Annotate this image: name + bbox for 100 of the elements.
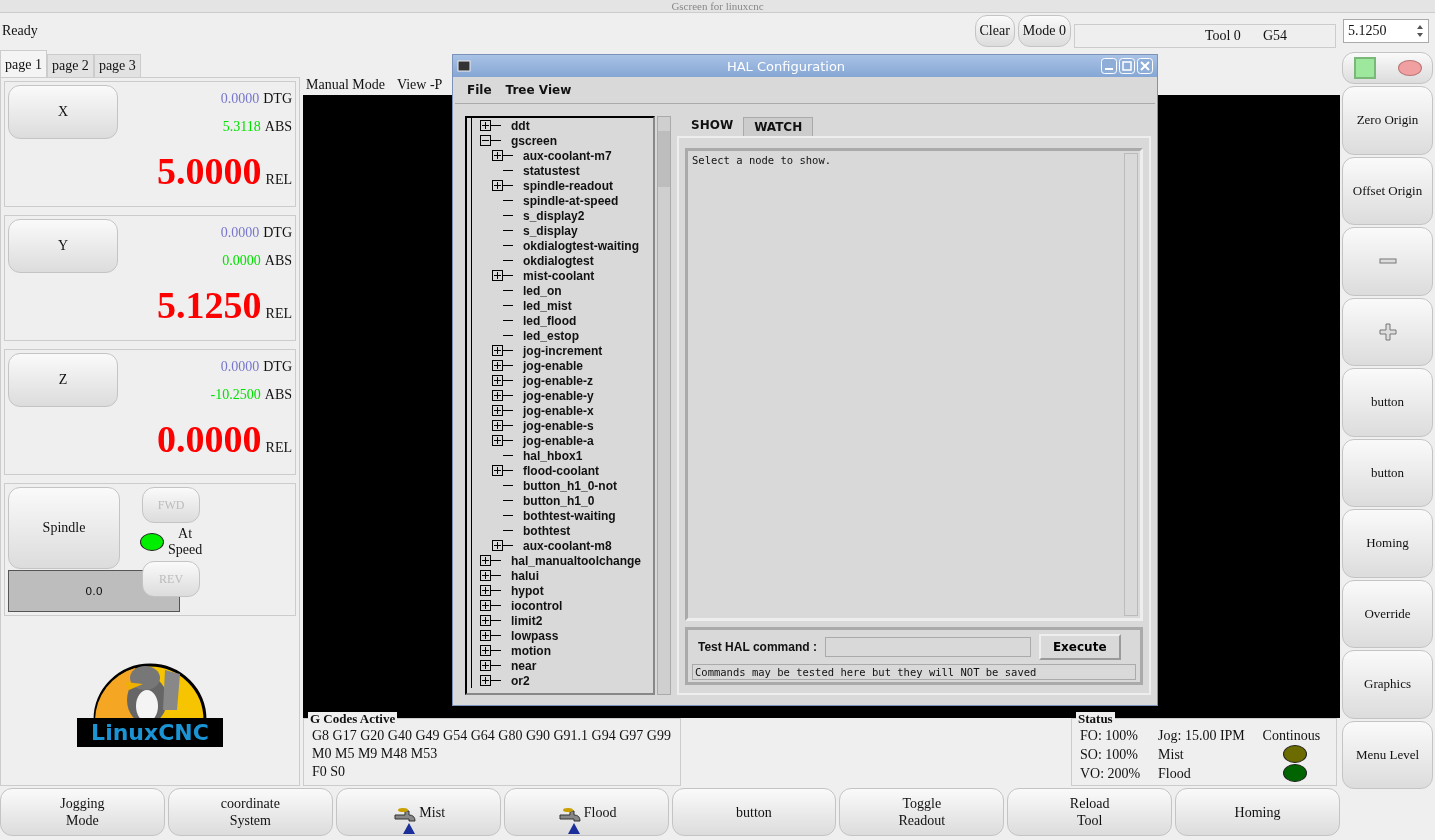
scrollbar[interactable] [657, 116, 671, 695]
tree-item[interactable]: button_h1_0 [523, 493, 595, 508]
execute-button[interactable]: Execute [1038, 634, 1121, 660]
tree-item[interactable]: jog-enable-z [523, 373, 593, 388]
tree-item[interactable]: jog-enable [523, 358, 583, 373]
side-button[interactable]: Override [1342, 579, 1433, 648]
tree-item[interactable]: s_display2 [523, 208, 585, 223]
bottom-button[interactable]: Mist [335, 788, 501, 836]
expand-icon[interactable] [492, 180, 503, 191]
side-button[interactable]: Graphics [1342, 650, 1433, 719]
bottom-button[interactable]: Reload Tool [1007, 788, 1173, 836]
tree-item[interactable]: jog-increment [523, 343, 603, 358]
tree-item[interactable]: statustest [523, 163, 580, 178]
tree-item[interactable]: near [511, 658, 537, 673]
axis-button[interactable]: X [8, 85, 118, 139]
logo-text: LinuxCNC [77, 717, 223, 747]
tree-item[interactable]: jog-enable-s [523, 418, 594, 433]
tree-item[interactable]: okdialogtest-waiting [523, 238, 639, 253]
expand-icon[interactable] [492, 345, 503, 356]
tree-item[interactable]: aux-coolant-m8 [523, 538, 612, 553]
velocity-override: VO: 200% [1080, 764, 1142, 782]
bottom-button[interactable]: Toggle Readout [839, 788, 1005, 836]
tree-item[interactable]: gscreen [511, 133, 558, 148]
menu-item[interactable]: Tree View [505, 83, 572, 97]
tree-item[interactable]: hal_manualtoolchange [511, 553, 642, 568]
expand-icon[interactable] [480, 585, 491, 596]
expand-icon[interactable] [480, 645, 491, 656]
tree-item[interactable]: mist-coolant [523, 268, 595, 283]
toolbar-button[interactable]: Mode 0 [1017, 15, 1071, 47]
led-label: Flood [1158, 764, 1192, 782]
expand-icon[interactable] [492, 405, 503, 416]
tree-item[interactable]: led_flood [523, 313, 577, 328]
tree-item[interactable]: aux-coolant-m7 [523, 148, 612, 163]
tab[interactable]: page 3 [93, 54, 141, 77]
tree-item[interactable]: spindle-at-speed [523, 193, 619, 208]
tree-item[interactable]: led_mist [523, 298, 572, 313]
expand-icon[interactable] [480, 555, 491, 566]
spin-arrows-icon[interactable] [1416, 23, 1424, 39]
tree-item[interactable]: lowpass [511, 628, 559, 643]
tree-item[interactable]: ddt [511, 118, 530, 133]
tree-item[interactable]: or2 [511, 673, 530, 688]
spin-field[interactable]: 5.1250 [1343, 19, 1429, 43]
expand-icon[interactable] [480, 120, 491, 131]
tree-item[interactable]: motion [511, 643, 551, 658]
tree-item[interactable]: bothtest-waiting [523, 508, 616, 523]
expand-icon[interactable] [492, 465, 503, 476]
expand-icon[interactable] [492, 360, 503, 371]
tree-item[interactable]: halui [511, 568, 539, 583]
expand-icon[interactable] [480, 615, 491, 626]
expand-icon[interactable] [480, 660, 491, 671]
tree-item[interactable]: hal_hbox1 [523, 448, 583, 463]
side-button[interactable]: Offset Origin [1342, 156, 1433, 225]
side-button[interactable]: button [1342, 368, 1433, 437]
expand-icon[interactable] [492, 375, 503, 386]
tree-item[interactable]: jog-enable-x [523, 403, 594, 418]
tab[interactable]: page 2 [46, 54, 94, 77]
bottom-button[interactable]: button [671, 788, 837, 836]
bottom-button[interactable]: Jogging Mode [0, 788, 165, 836]
tree-item[interactable]: okdialogtest [523, 253, 594, 268]
expand-icon[interactable] [480, 675, 491, 686]
tree-item[interactable]: bothtest [523, 523, 571, 538]
axis-button[interactable]: Z [8, 353, 118, 407]
abs-value: 0.0000 [222, 252, 261, 270]
tab[interactable]: WATCH [743, 117, 814, 136]
expand-icon[interactable] [480, 630, 491, 641]
expand-icon[interactable] [492, 540, 503, 551]
expand-icon[interactable] [480, 600, 491, 611]
menu-item[interactable]: File [467, 83, 492, 97]
expand-icon[interactable] [492, 420, 503, 431]
tab[interactable]: page 1 [0, 50, 47, 77]
expand-icon[interactable] [492, 150, 503, 161]
tree-item[interactable]: iocontrol [511, 598, 563, 613]
toolbar-button[interactable]: Clear [974, 15, 1015, 47]
window-icon [457, 60, 471, 72]
tree-item[interactable]: led_on [523, 283, 562, 298]
side-button[interactable]: Homing [1342, 509, 1433, 578]
side-button[interactable]: button [1342, 438, 1433, 507]
tree-item[interactable]: s_display [523, 223, 578, 238]
tree-item[interactable]: button_h1_0-not [523, 478, 617, 493]
side-button[interactable]: Zero Origin [1342, 86, 1433, 155]
scrollbar[interactable] [1124, 153, 1138, 616]
spindle-button[interactable]: Spindle [8, 487, 120, 569]
tree-item[interactable]: limit2 [511, 613, 543, 628]
tree-item[interactable]: spindle-readout [523, 178, 613, 193]
tree-item[interactable]: jog-enable-y [523, 388, 594, 403]
tree-item[interactable]: jog-enable-a [523, 433, 594, 448]
command-field[interactable] [824, 637, 1031, 657]
expand-icon[interactable] [492, 390, 503, 401]
side-button[interactable]: Menu Level [1342, 720, 1433, 789]
tree-item[interactable]: flood-coolant [523, 463, 599, 478]
bottom-button[interactable]: Homing [1175, 788, 1340, 836]
expand-icon[interactable] [492, 270, 503, 281]
collapse-icon[interactable] [480, 135, 491, 146]
axis-button[interactable]: Y [8, 219, 118, 273]
expand-icon[interactable] [480, 570, 491, 581]
tree-item[interactable]: hypot [511, 583, 544, 598]
tree-item[interactable]: led_estop [523, 328, 579, 343]
bottom-button[interactable]: coordinate System [167, 788, 333, 836]
expand-icon[interactable] [492, 435, 503, 446]
bottom-button[interactable]: Flood [503, 788, 669, 836]
